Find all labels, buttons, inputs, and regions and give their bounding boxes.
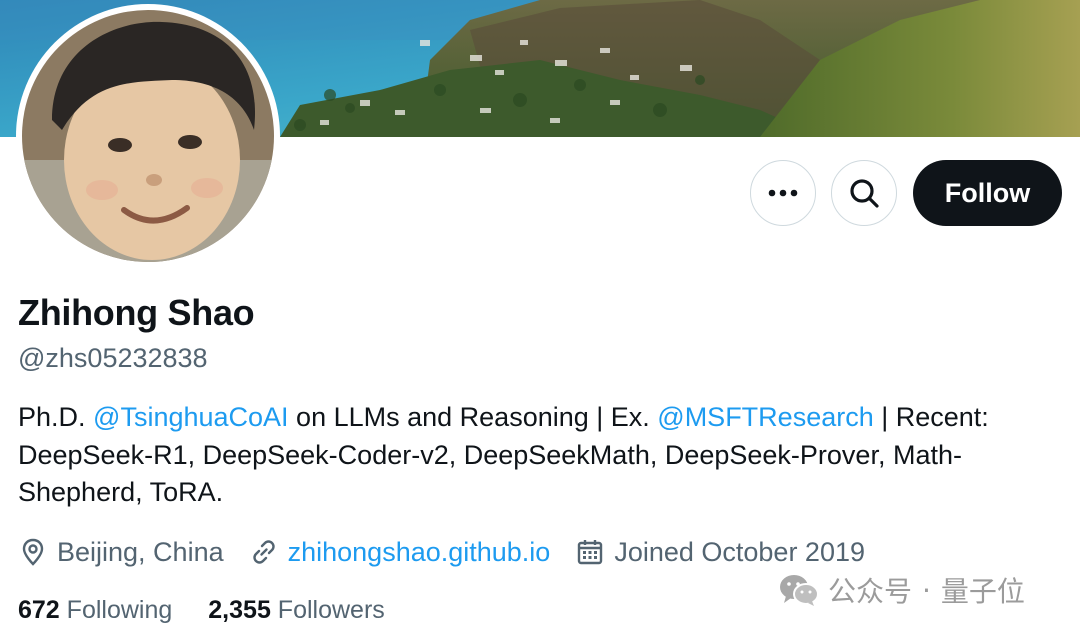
more-horizontal-icon <box>768 189 798 197</box>
watermark-separator: · <box>922 573 931 607</box>
joined-item: Joined October 2019 <box>575 537 865 568</box>
avatar-photo <box>22 10 274 262</box>
watermark-brand: 公众号 <box>828 575 913 608</box>
followers-count: 2,355 <box>208 596 271 624</box>
bio-text: Ph.D. <box>18 402 94 432</box>
joined-date-text: Joined October 2019 <box>614 536 866 567</box>
followers-label: Followers <box>277 596 385 624</box>
location-text: Beijing, China <box>57 536 224 567</box>
profile-bio: Ph.D. @TsinghuaCoAI on LLMs and Reasonin… <box>18 399 1038 512</box>
profile-meta: Beijing, China zhihongshao.github.io Joi… <box>18 533 890 571</box>
follow-stats: 672 Following 2,355 Followers <box>18 596 421 625</box>
location-pin-icon <box>22 538 44 566</box>
search-profile-button[interactable] <box>831 160 897 226</box>
calendar-icon <box>578 540 603 565</box>
website-link[interactable]: zhihongshao.github.io <box>288 537 551 568</box>
mention-msftresearch-link[interactable]: @MSFTResearch <box>657 402 873 432</box>
link-icon <box>252 540 275 564</box>
display-name: Zhihong Shao <box>18 292 255 333</box>
profile-avatar[interactable] <box>16 4 280 268</box>
bio-text: on LLMs and Reasoning | Ex. <box>288 402 658 432</box>
wechat-icon <box>780 575 819 606</box>
following-label: Following <box>66 596 173 624</box>
location-item: Beijing, China <box>18 537 224 568</box>
mention-tsinghuacoai-link[interactable]: @TsinghuaCoAI <box>93 402 289 432</box>
more-options-button[interactable] <box>750 160 816 226</box>
watermark-name: 量子位 <box>940 575 1025 608</box>
following-count: 672 <box>18 596 60 624</box>
source-watermark: 公众号 · 量子位 <box>778 570 1025 610</box>
followers-stat[interactable]: 2,355 Followers <box>208 596 385 625</box>
search-icon <box>850 179 879 208</box>
follow-button[interactable]: Follow <box>913 160 1062 226</box>
user-handle: @zhs05232838 <box>18 343 208 373</box>
following-stat[interactable]: 672 Following <box>18 596 172 625</box>
website-item[interactable]: zhihongshao.github.io <box>249 537 551 568</box>
